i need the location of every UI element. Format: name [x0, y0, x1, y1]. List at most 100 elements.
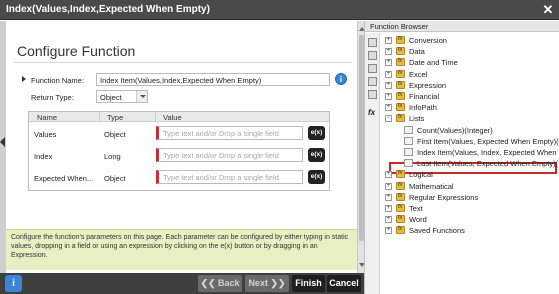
expand-icon[interactable]: + [385, 205, 392, 212]
column-divider [155, 112, 156, 122]
expand-icon[interactable]: + [385, 182, 392, 190]
tree-item-label: Saved Functions [409, 226, 465, 236]
tree-item-label: Count(Values)(Integer) [417, 125, 493, 135]
back-label: Back [218, 278, 240, 288]
function-item-icon [404, 136, 413, 145]
param-name: Values [34, 130, 57, 139]
function-folder-icon [396, 215, 405, 224]
column-header-name: Name [37, 113, 58, 122]
tree-item-label: Regular Expressions [409, 192, 479, 202]
toolbar-item-icon[interactable] [368, 51, 377, 60]
function-folder-icon [396, 69, 405, 78]
expression-button[interactable]: e(x) [308, 148, 325, 162]
expand-icon[interactable]: + [385, 193, 392, 201]
column-header-type: Type [107, 113, 124, 122]
next-button[interactable]: Next ❯❯ [245, 275, 289, 292]
function-folder-icon [396, 36, 405, 44]
toolbar-item-icon[interactable] [368, 77, 377, 86]
close-icon[interactable]: ✕ [541, 3, 555, 17]
function-browser-toolbar: fx [365, 33, 380, 294]
heading-divider [14, 62, 352, 63]
param-name: Index [34, 152, 53, 161]
tree-item-label: Index Item(Values, Index, Expected When … [417, 148, 559, 157]
function-folder-icon [396, 181, 405, 190]
expand-arrow-icon[interactable] [22, 76, 26, 82]
collapse-icon[interactable]: − [385, 115, 392, 123]
expand-icon[interactable]: + [385, 48, 392, 56]
help-info-button[interactable]: i [5, 275, 22, 292]
table-row: Expected When... Object Type text and/or… [29, 168, 329, 188]
expand-icon[interactable]: + [385, 171, 392, 179]
expression-button[interactable]: e(x) [308, 170, 325, 184]
expand-icon[interactable]: + [385, 70, 392, 78]
tree-item-label: Logical [409, 170, 433, 180]
bottom-toolbar: i ❮❮ Back Next ❯❯ Finish Cancel [0, 273, 364, 294]
tree-item-label: Conversion [409, 36, 447, 45]
back-arrows-icon: ❮❮ [200, 278, 219, 288]
tree-item-label: Data [409, 47, 425, 57]
expression-button[interactable]: e(x) [308, 126, 325, 140]
tree-item-label: Word [409, 215, 427, 225]
tree-item-label: Date and Time [409, 58, 458, 68]
help-text: Configure the function's parameters on t… [6, 229, 357, 270]
window-title: Index(Values,Index,Expected When Empty) [6, 4, 210, 15]
table-row: Values Object Type text and/or Drop a si… [29, 124, 329, 144]
function-name-input[interactable]: Index Item(Values,Index,Expected When Em… [96, 73, 330, 86]
expand-icon[interactable]: + [385, 93, 392, 100]
function-item-icon [404, 148, 413, 156]
tree-item-label: Mathematical [409, 181, 454, 191]
function-browser-header: Function Browser [365, 21, 559, 32]
window-titlebar: Index(Values,Index,Expected When Empty) … [0, 0, 559, 20]
function-folder-icon [396, 204, 405, 212]
toolbar-item-icon[interactable] [368, 64, 377, 73]
function-folder-icon [396, 47, 405, 56]
collapse-arrow-icon[interactable] [0, 137, 5, 147]
cancel-button[interactable]: Cancel [327, 275, 361, 292]
function-folder-icon [396, 192, 405, 201]
function-folder-icon [396, 114, 405, 123]
finish-button[interactable]: Finish [292, 275, 325, 292]
chevron-down-icon[interactable] [136, 91, 147, 102]
param-type: Object [104, 130, 126, 139]
return-type-value: Object [100, 93, 122, 102]
tree-item-label: Text [409, 204, 423, 213]
table-row: Index Long Type text and/or Drop a singl… [29, 146, 329, 166]
toolbar-item-icon[interactable] [368, 90, 377, 99]
expand-icon[interactable]: + [385, 59, 392, 67]
tree-item-label: Financial [409, 92, 440, 101]
function-browser-panel: Function Browser fx + Conversion + Data + Dat… [364, 21, 559, 294]
expand-icon[interactable]: + [385, 104, 392, 112]
param-name: Expected When... [34, 174, 94, 183]
dialog-scrollbar[interactable] [357, 21, 365, 273]
table-header: Name Type Value [29, 112, 329, 122]
page-title: Configure Function [17, 43, 136, 59]
toolbar-item-icon[interactable] [368, 38, 377, 47]
tree-item-label: Last Item(Values, Expected When Empty)( [417, 159, 559, 169]
function-item-icon [404, 125, 413, 134]
column-divider [99, 112, 100, 122]
return-type-label: Return Type: [31, 93, 74, 102]
next-arrows-icon: ❯❯ [267, 278, 286, 288]
return-type-select[interactable]: Object [96, 90, 148, 103]
next-label: Next [248, 278, 268, 288]
function-folder-icon [396, 103, 405, 112]
function-tree: + Conversion + Data + Date and Time + Excel + Exp… [383, 35, 559, 294]
tree-item-label: First Item(Values, Expected When Empty)( [417, 136, 559, 146]
param-type: Long [104, 152, 121, 161]
param-value-input[interactable]: Type text and/or Drop a single field [156, 126, 303, 140]
param-value-input[interactable]: Type text and/or Drop a single field [156, 148, 303, 162]
expand-icon[interactable]: + [385, 37, 392, 44]
expand-icon[interactable]: + [385, 81, 392, 89]
function-folder-icon [396, 92, 405, 100]
function-folder-icon [396, 58, 405, 67]
expand-icon[interactable]: + [385, 227, 392, 235]
function-fx-icon[interactable]: fx [368, 108, 375, 117]
back-button[interactable]: ❮❮ Back [198, 275, 242, 292]
tree-item-label: Lists [409, 114, 425, 124]
function-item-icon [404, 159, 413, 168]
param-value-input[interactable]: Type text and/or Drop a single field [156, 170, 303, 184]
expand-icon[interactable]: + [385, 216, 392, 224]
function-folder-icon [396, 80, 405, 89]
info-icon[interactable]: i [335, 73, 347, 85]
tree-item-label: InfoPath [409, 103, 437, 113]
